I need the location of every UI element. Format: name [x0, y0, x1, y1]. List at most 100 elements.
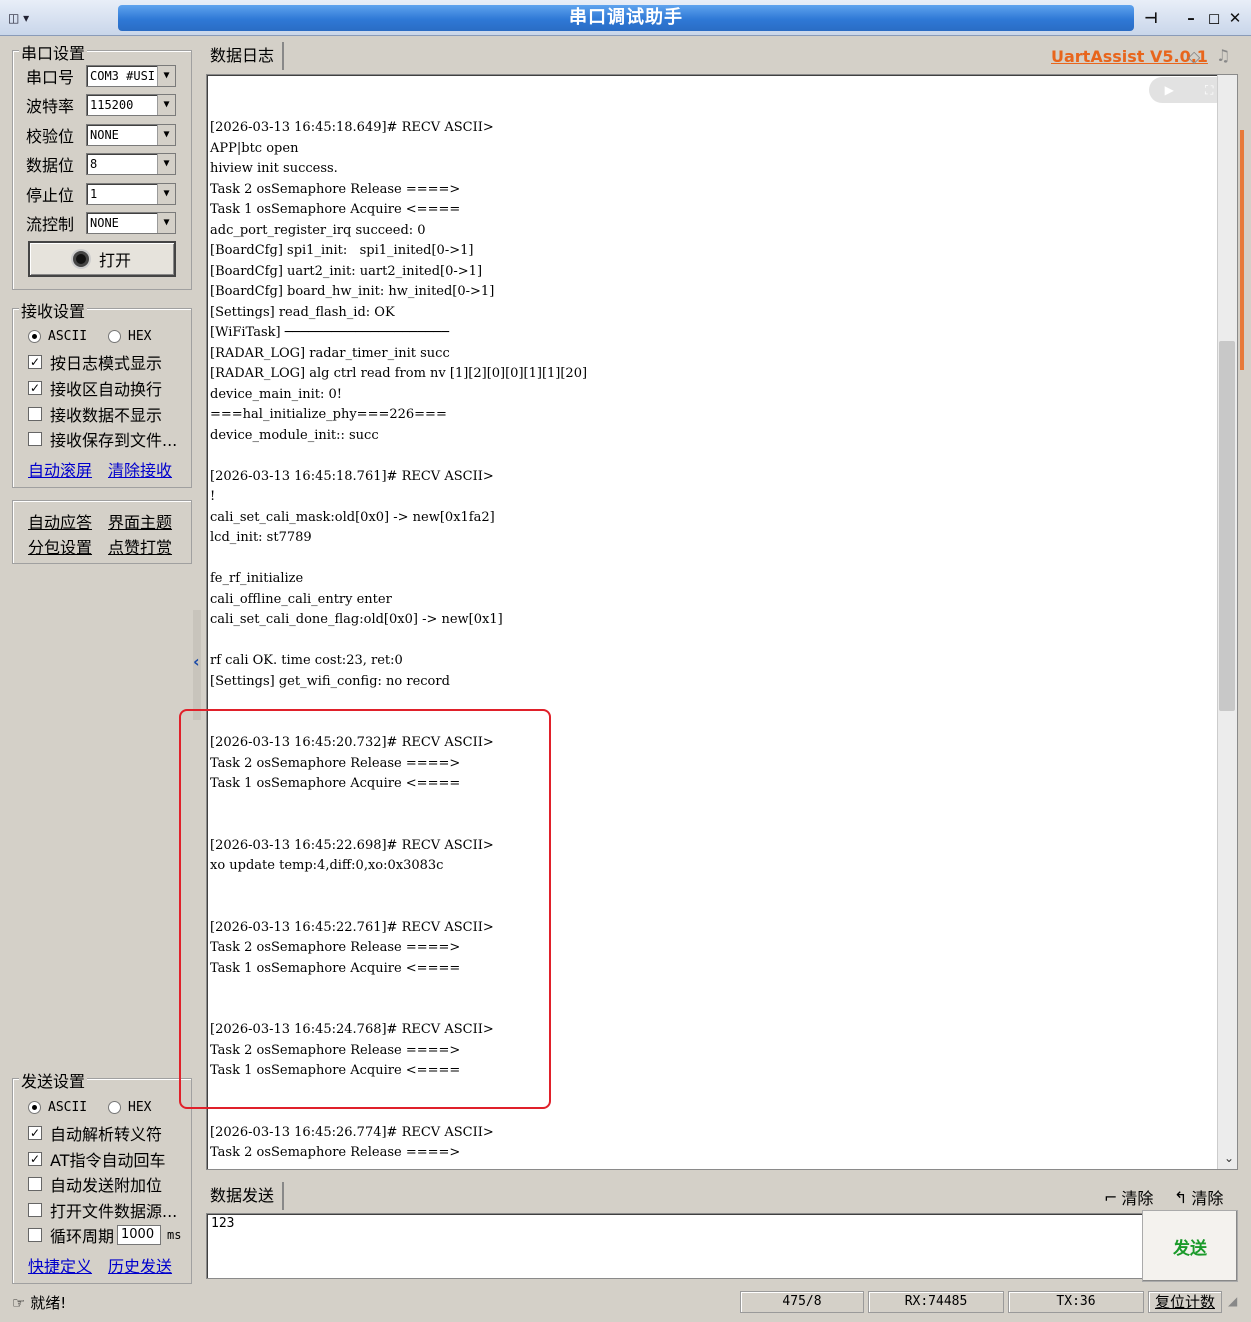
send-at-cr-checkbox[interactable]: ✓ AT指令自动回车 — [28, 1148, 165, 1170]
log-line: cali_set_cali_done_flag:old[0x0] -> new[… — [210, 612, 503, 627]
maximize-button[interactable]: ◻ — [1203, 7, 1225, 29]
parity-select[interactable]: NONE ▼ — [86, 124, 176, 146]
broom-icon: ⌐ — [1104, 1187, 1118, 1207]
clear-send-button[interactable]: ⌐ 清除 — [1104, 1185, 1153, 1209]
send-opt1-label: 自动解析转义符 — [50, 1125, 163, 1144]
send-hex-radio[interactable]: HEX — [108, 1096, 151, 1118]
receive-hide-checkbox[interactable]: 接收数据不显示 — [28, 403, 162, 425]
ascii-label: ASCII — [48, 1099, 88, 1115]
scroll-thumb[interactable] — [1219, 341, 1235, 711]
radio-icon — [108, 329, 121, 343]
send-file-source-checkbox[interactable]: 打开文件数据源... — [28, 1199, 177, 1221]
open-port-button[interactable]: 打开 — [28, 241, 176, 277]
checkbox-empty-icon — [28, 432, 42, 446]
log-line: xo update temp:4,diff:0,xo:0x3083c — [210, 858, 444, 873]
log-line: Task 2 osSemaphore Release ====> — [210, 1145, 461, 1160]
packet-settings-link[interactable]: 分包设置 — [28, 534, 92, 558]
send-escape-checkbox[interactable]: ✓ 自动解析转义符 — [28, 1122, 162, 1144]
send-ascii-radio[interactable]: ASCII — [28, 1096, 87, 1118]
log-line: ===hal_initialize_phy===226=== — [210, 407, 447, 422]
auto-scroll-link[interactable]: 自动滚屏 — [28, 457, 92, 481]
log-line: APP|btc open — [210, 140, 299, 156]
send-opt4-label: 打开文件数据源... — [50, 1202, 178, 1221]
log-line: fe_rf_initialize — [210, 571, 304, 586]
cycle-input[interactable]: 1000 — [117, 1225, 162, 1245]
window-title: 串口调试助手 — [118, 5, 1134, 31]
shortcut-link[interactable]: 快捷定义 — [28, 1253, 92, 1277]
stopbits-select[interactable]: 1 ▼ — [86, 183, 176, 205]
hand-icon: ☞ — [12, 1294, 26, 1312]
checkbox-empty-icon — [28, 1228, 42, 1242]
port-row: 串口号 COM3 #USI ▼ — [26, 64, 176, 88]
minimize-button[interactable]: – — [1180, 7, 1202, 29]
chevron-down-icon: ▼ — [157, 95, 175, 115]
clear-counter-button[interactable]: ↰ 清除 — [1174, 1185, 1223, 1209]
tab-data-send[interactable]: 数据发送 — [202, 1182, 285, 1210]
parity-label: 校验位 — [26, 127, 75, 146]
fullscreen-icon[interactable]: ⛶ — [1205, 83, 1213, 98]
databits-select[interactable]: 8 ▼ — [86, 153, 176, 175]
radio-icon — [28, 329, 41, 343]
ready-label: 就绪! — [30, 1294, 67, 1312]
position-counter: 475/8 — [740, 1291, 864, 1313]
log-line: [2026-03-13 16:45:22.761]# RECV ASCII> — [210, 919, 494, 935]
send-append-checkbox[interactable]: 自动发送附加位 — [28, 1173, 162, 1195]
log-line: rf cali OK. time cost:23, ret:0 — [210, 653, 403, 668]
receive-log-mode-checkbox[interactable]: ✓ 按日志模式显示 — [28, 351, 162, 373]
send-input[interactable]: 123 — [206, 1213, 1144, 1279]
log-line: [Settings] get_wifi_config: no record — [210, 673, 450, 689]
pin-icon[interactable]: ⊣ — [1140, 7, 1162, 29]
receive-ascii-radio[interactable]: ASCII — [28, 325, 87, 347]
log-line: device_module_init:: succ — [210, 427, 379, 443]
checkbox-empty-icon — [28, 407, 42, 421]
diamond-icon[interactable]: ◇ — [1188, 47, 1200, 66]
receive-opt2-label: 接收区自动换行 — [50, 380, 163, 399]
tab-data-log[interactable]: 数据日志 — [202, 42, 285, 70]
record-icon — [72, 251, 89, 267]
baud-select[interactable]: 115200 ▼ — [86, 94, 176, 116]
collapse-left-icon[interactable]: ‹ — [193, 652, 200, 671]
reset-counter-button[interactable]: 复位计数 — [1148, 1291, 1222, 1313]
log-line: Task 1 osSemaphore Acquire <==== — [210, 776, 461, 791]
clear-receive-link[interactable]: 清除接收 — [108, 457, 172, 481]
send-button[interactable]: 发送 — [1142, 1210, 1238, 1282]
databits-row: 数据位 8 ▼ — [26, 152, 176, 176]
log-line: [BoardCfg] board_hw_init: hw_inited[0->1… — [210, 284, 495, 299]
log-scrollbar[interactable]: ⌄ — [1217, 75, 1237, 1169]
log-line: [2026-03-13 16:45:18.649]# RECV ASCII> — [210, 120, 494, 135]
receive-wrap-checkbox[interactable]: ✓ 接收区自动换行 — [28, 377, 162, 399]
title-bar: ◫ ▾ 串口调试助手 ⊣ – ◻ ✕ — [0, 0, 1251, 36]
brand-link[interactable]: UartAssist V5.0.1 — [1051, 47, 1208, 66]
log-line: device_main_init: 0! — [210, 386, 343, 402]
cycle-unit: ms — [167, 1228, 182, 1242]
status-bar: ☞ 就绪! 475/8 RX:74485 TX:36 复位计数 ◢ — [0, 1288, 1251, 1322]
auto-reply-link[interactable]: 自动应答 — [28, 509, 92, 533]
log-line: Task 2 osSemaphore Release ====> — [210, 181, 461, 197]
history-send-link[interactable]: 历史发送 — [108, 1253, 172, 1277]
log-line: [2026-03-13 16:45:22.698]# RECV ASCII> — [210, 837, 494, 853]
play-icon[interactable]: ▶ — [1165, 83, 1174, 97]
theme-link[interactable]: 界面主题 — [108, 509, 172, 533]
log-area[interactable]: [2026-03-13 16:45:18.649]# RECV ASCII> AP… — [206, 74, 1238, 1170]
ascii-label: ASCII — [48, 328, 88, 344]
checkbox-empty-icon — [28, 1177, 42, 1191]
bell-icon[interactable]: ♫ — [1216, 46, 1230, 65]
system-menu-icon[interactable]: ◫ ▾ — [8, 8, 58, 28]
parity-row: 校验位 NONE ▼ — [26, 123, 176, 147]
log-line: [2026-03-13 16:45:26.774]# RECV ASCII> — [210, 1124, 494, 1140]
receive-hex-radio[interactable]: HEX — [108, 325, 151, 347]
flow-select[interactable]: NONE ▼ — [86, 212, 176, 234]
close-button[interactable]: ✕ — [1224, 7, 1246, 29]
receive-save-file-checkbox[interactable]: 接收保存到文件... — [28, 428, 177, 450]
port-select[interactable]: COM3 #USI ▼ — [86, 65, 176, 87]
chevron-down-icon[interactable]: ⌄ — [1224, 1151, 1234, 1165]
send-cycle-checkbox[interactable]: 循环周期 1000 ms — [28, 1224, 181, 1246]
radio-icon — [108, 1100, 121, 1114]
serial-settings-title: 串口设置 — [19, 40, 88, 64]
resize-grip-icon[interactable]: ◢ — [1228, 1294, 1237, 1308]
reward-link[interactable]: 点赞打赏 — [108, 534, 172, 558]
